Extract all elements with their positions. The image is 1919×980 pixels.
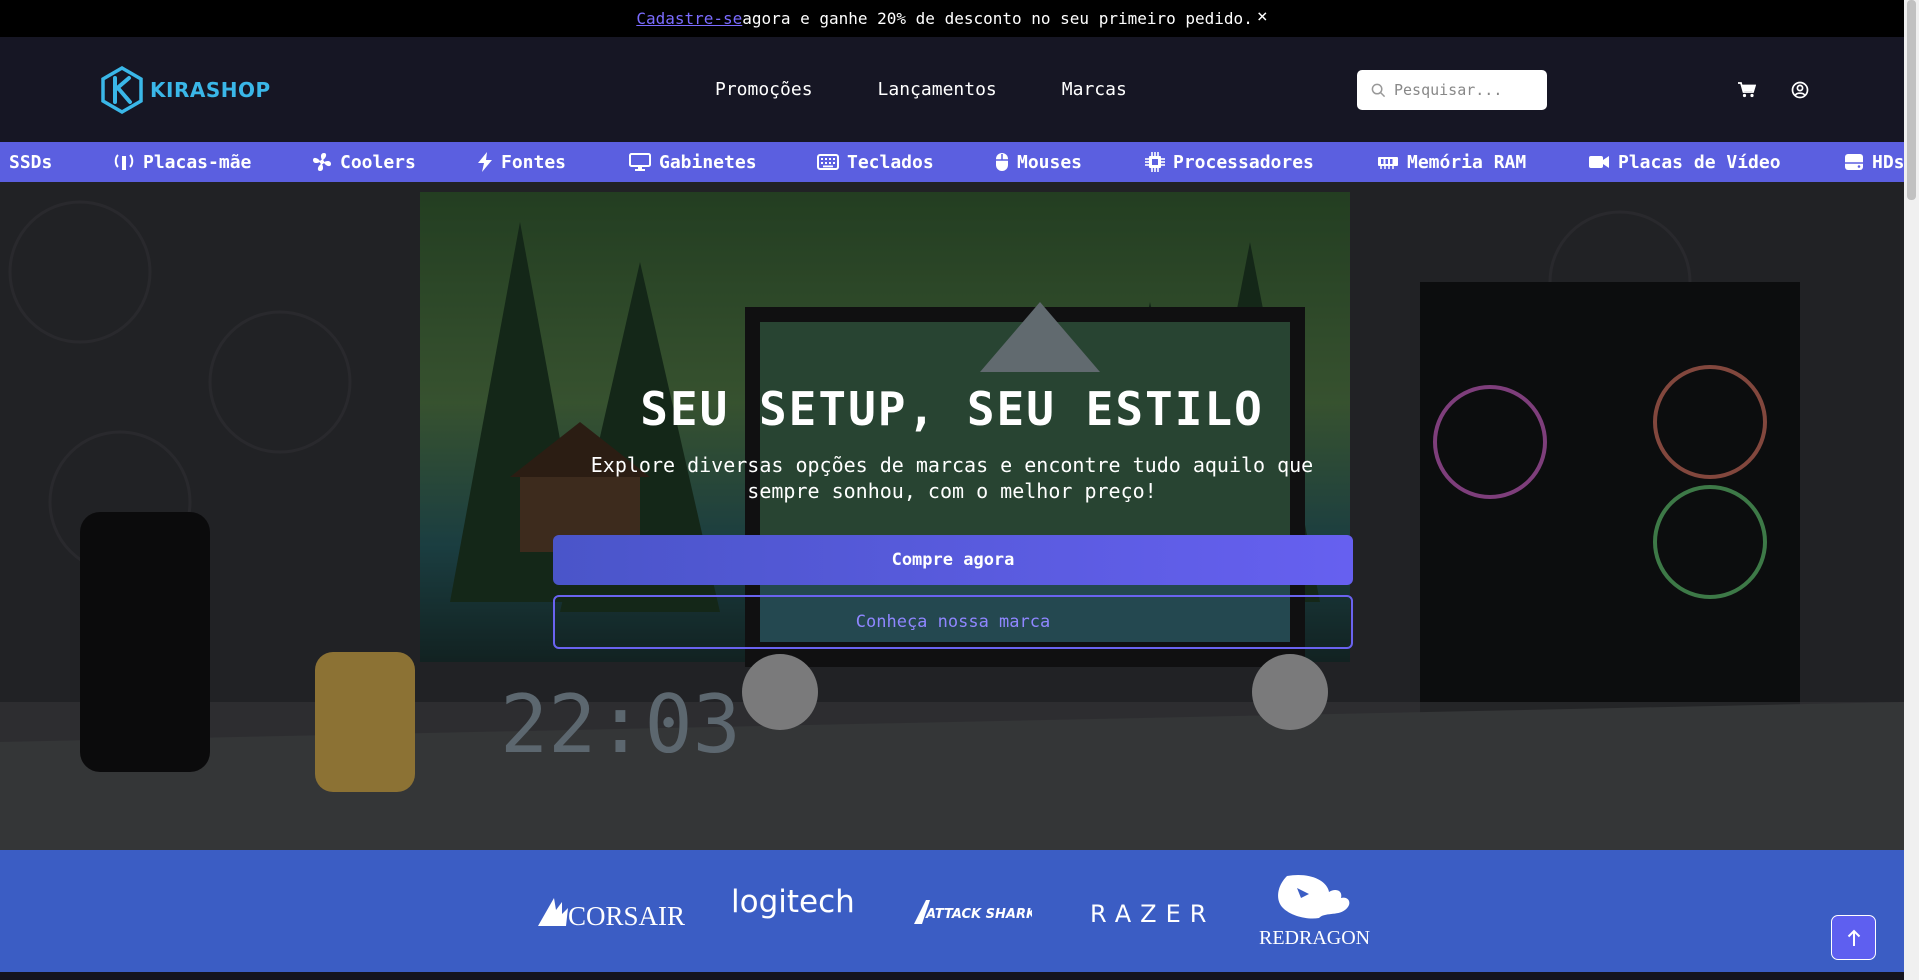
category-label: Coolers	[340, 151, 416, 173]
search-input[interactable]	[1394, 81, 1534, 99]
announcement-text: agora e ganhe 20% de desconto no seu pri…	[742, 9, 1253, 28]
hero-subtitle: Explore diversas opções de marcas e enco…	[590, 453, 1314, 503]
svg-text:REDRAGON: REDRAGON	[1259, 927, 1370, 949]
category-ssds[interactable]: SSDs	[9, 142, 52, 182]
mouse-icon	[996, 153, 1008, 171]
category-processadores[interactable]: Processadores	[1145, 142, 1314, 182]
category-label: Fontes	[501, 151, 567, 173]
shop-now-button[interactable]: Compre agora	[553, 535, 1353, 585]
brands-strip: CORSAIR logitech ATTACK SHARK RAZER REDR…	[0, 850, 1904, 972]
category-label: Placas-mãe	[143, 151, 252, 173]
category-placas-de-video[interactable]: Placas de Vídeo	[1588, 142, 1781, 182]
category-label: Processadores	[1173, 151, 1314, 173]
category-teclados[interactable]: Teclados	[817, 142, 934, 182]
attack-shark-logo: ATTACK SHARK	[914, 900, 1037, 924]
category-memoria-ram[interactable]: Memória RAM	[1377, 142, 1526, 182]
category-gabinetes[interactable]: Gabinetes	[629, 142, 757, 182]
announcement-bar: Cadastre-se agora e ganhe 20% de descont…	[0, 0, 1904, 37]
brand-attack-shark[interactable]: ATTACK SHARK	[912, 896, 1037, 934]
brand-logitech[interactable]: logitech	[731, 880, 855, 930]
category-bar: SSDs Placas-mãe Coolers Fontes Gabinetes…	[0, 142, 1904, 182]
brand-corsair[interactable]: CORSAIR	[536, 892, 686, 936]
category-label: Gabinetes	[659, 151, 757, 173]
category-label: SSDs	[9, 151, 53, 173]
search-box	[1357, 70, 1547, 110]
nav-lancamentos[interactable]: Lançamentos	[878, 79, 997, 100]
site-header: KIRASHOP Promoções Lançamentos Marcas	[0, 37, 1904, 142]
nav-marcas[interactable]: Marcas	[1062, 79, 1127, 100]
nav-promocoes[interactable]: Promoções	[715, 79, 813, 100]
scrollbar-thumb[interactable]	[1907, 0, 1916, 200]
svg-text:logitech: logitech	[731, 884, 853, 920]
fan-icon	[313, 153, 331, 171]
svg-text:ATTACK SHARK: ATTACK SHARK	[925, 907, 1032, 922]
hero-overlay	[0, 182, 1904, 850]
hero-banner: 22:03 SEU SETUP, SEU ESTILO Explore dive…	[0, 182, 1904, 850]
close-icon[interactable]: ×	[1257, 7, 1268, 26]
cart-icon[interactable]	[1736, 79, 1758, 101]
main-nav: Promoções Lançamentos Marcas	[715, 79, 1127, 100]
arrow-up-icon	[1847, 929, 1860, 946]
category-label: Memória RAM	[1407, 151, 1527, 173]
keyboard-icon	[817, 154, 839, 170]
user-icon[interactable]	[1789, 79, 1811, 101]
razer-logo: RAZER	[1090, 900, 1215, 928]
page-bottom	[0, 972, 1904, 980]
cpu-icon	[1145, 152, 1165, 172]
brand-razer[interactable]: RAZER	[1090, 900, 1215, 934]
logo-mark	[101, 66, 143, 114]
hdd-icon	[1845, 154, 1863, 170]
signup-link[interactable]: Cadastre-se	[636, 9, 742, 28]
memory-icon	[1378, 157, 1398, 169]
hero-title: SEU SETUP, SEU ESTILO	[640, 382, 1264, 436]
search-icon	[1371, 83, 1386, 97]
category-label: Placas de Vídeo	[1618, 151, 1781, 173]
category-label: HDs	[1872, 151, 1904, 173]
back-to-top-button[interactable]	[1831, 915, 1876, 960]
logitech-logo: logitech	[731, 884, 855, 920]
category-label: Mouses	[1017, 151, 1083, 173]
category-coolers[interactable]: Coolers	[312, 142, 416, 182]
logo-text: KIRASHOP	[150, 78, 271, 102]
video-icon	[1589, 156, 1609, 168]
category-mouses[interactable]: Mouses	[995, 142, 1082, 182]
category-hds[interactable]: HDs	[1844, 142, 1904, 182]
category-label: Teclados	[847, 151, 934, 173]
know-our-brand-button[interactable]: Conheça nossa marca	[553, 595, 1353, 649]
corsair-logo: CORSAIR	[538, 898, 685, 931]
bolt-icon	[478, 152, 492, 172]
svg-text:CORSAIR: CORSAIR	[568, 901, 685, 931]
logo[interactable]: KIRASHOP	[98, 66, 271, 114]
monitor-icon	[629, 153, 651, 171]
category-fontes[interactable]: Fontes	[477, 142, 566, 182]
svg-text:RAZER: RAZER	[1090, 900, 1215, 928]
motherboard-icon	[114, 154, 134, 170]
category-placas-mae[interactable]: Placas-mãe	[113, 142, 251, 182]
redragon-logo: REDRAGON	[1259, 874, 1370, 949]
brand-redragon[interactable]: REDRAGON	[1257, 872, 1373, 954]
